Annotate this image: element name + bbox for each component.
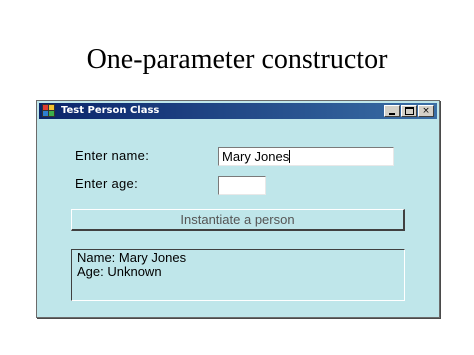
- maximize-button[interactable]: [401, 105, 417, 117]
- app-window: Test Person Class × Enter name: Mary Jon…: [36, 100, 440, 318]
- output-box: Name: Mary Jones Age: Unknown: [71, 249, 405, 301]
- age-label: Enter age:: [75, 176, 138, 191]
- close-button[interactable]: ×: [418, 105, 434, 117]
- slide-title: One-parameter constructor: [86, 44, 388, 75]
- name-label: Enter name:: [75, 148, 150, 163]
- output-name-line: Name: Mary Jones: [77, 250, 187, 265]
- text-cursor: [289, 150, 291, 163]
- title-bar[interactable]: Test Person Class ×: [39, 103, 437, 119]
- minimize-button[interactable]: [384, 105, 400, 117]
- app-icon[interactable]: [42, 104, 55, 117]
- window-title: Test Person Class: [61, 105, 160, 116]
- name-input-value: Mary Jones: [222, 149, 290, 164]
- window-controls: ×: [384, 105, 434, 117]
- name-input[interactable]: Mary Jones: [218, 147, 394, 166]
- instantiate-button[interactable]: Instantiate a person: [71, 209, 405, 231]
- age-input[interactable]: [218, 176, 266, 195]
- output-age-line: Age: Unknown: [77, 264, 162, 279]
